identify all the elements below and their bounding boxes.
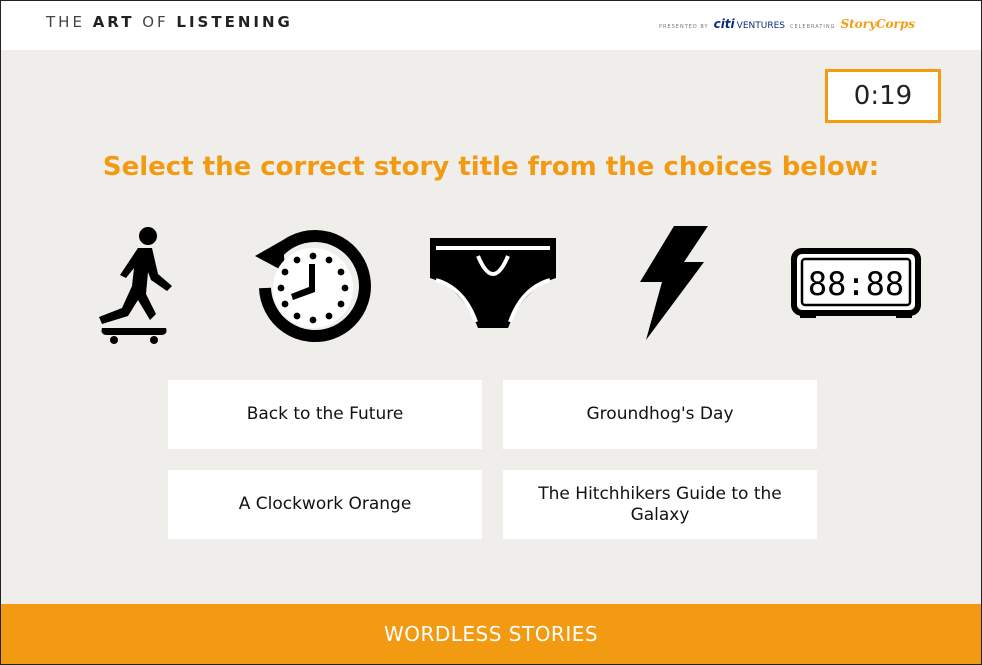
sponsor-logos: PRESENTED BY citi VENTURES CELEBRATING S… <box>659 17 915 31</box>
celebrating-text: CELEBRATING <box>789 24 836 30</box>
citi-logo: citi <box>713 17 735 31</box>
brand-word-listening: LISTENING <box>176 13 293 31</box>
answer-choice-4[interactable]: The Hitchhikers Guide to the Galaxy <box>503 470 817 539</box>
ventures-logo: VENTURES <box>736 21 785 31</box>
category-footer: WORDLESS STORIES <box>1 604 981 664</box>
clue-icons: 88:88 <box>0 220 982 345</box>
clock-rewind-icon <box>255 230 371 343</box>
brand-word-of: OF <box>142 13 169 31</box>
question-prompt: Select the correct story title from the … <box>102 152 880 182</box>
answer-choice-3[interactable]: A Clockwork Orange <box>168 470 482 539</box>
answer-choice-1[interactable]: Back to the Future <box>168 380 482 449</box>
brand-word-the: THE <box>46 13 85 31</box>
presented-by-text: PRESENTED BY <box>658 24 709 30</box>
storycorps-logo: StoryCorps <box>840 17 915 31</box>
underwear-briefs-icon <box>430 238 556 328</box>
brand-word-art: ART <box>92 13 135 31</box>
digital-clock-readout: 88:88 <box>808 265 904 303</box>
countdown-timer: 0:19 <box>825 69 941 123</box>
lightning-bolt-icon <box>640 226 708 340</box>
top-header: THE ART OF LISTENING PRESENTED BY citi V… <box>1 1 981 50</box>
skateboarder-icon <box>99 227 172 344</box>
app-title: THE ART OF LISTENING <box>46 13 293 31</box>
digital-clock-icon: 88:88 <box>791 248 921 318</box>
answer-choice-2[interactable]: Groundhog's Day <box>503 380 817 449</box>
